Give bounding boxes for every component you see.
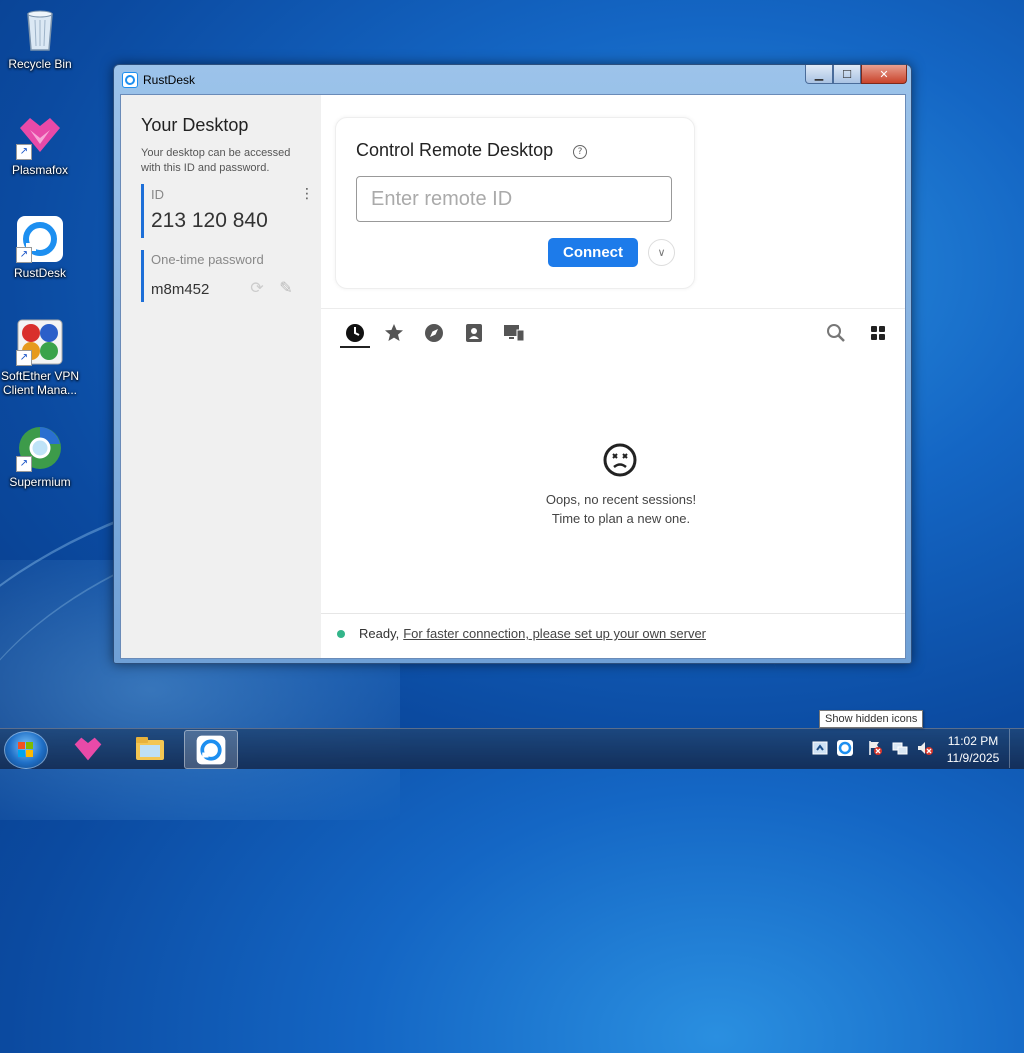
plasmafox-icon <box>74 737 102 760</box>
taskbar-file-explorer[interactable] <box>124 730 176 767</box>
tab-favorites[interactable] <box>379 320 409 346</box>
volume-muted-icon[interactable] <box>917 740 933 756</box>
tab-address-book[interactable] <box>459 320 489 346</box>
tooltip: Show hidden icons <box>819 710 924 728</box>
taskbar-clock[interactable]: 11:02 PM 11/9/2025 <box>940 733 1006 767</box>
empty-state-line1: Oops, no recent sessions! <box>545 492 697 507</box>
status-bar: Ready, For faster connection, please set… <box>337 626 706 641</box>
compass-icon <box>425 324 443 342</box>
start-button[interactable] <box>4 731 48 769</box>
empty-state-line2: Time to plan a new one. <box>551 511 691 526</box>
taskbar-plasmafox[interactable] <box>62 730 114 767</box>
folder-icon <box>136 736 164 760</box>
plasmafox-icon: ↗ <box>16 112 64 160</box>
control-remote-card: Control Remote Desktop ? Connect ∨ <box>335 117 695 289</box>
shortcut-arrow-icon: ↗ <box>16 456 32 472</box>
your-desktop-heading: Your Desktop <box>141 115 249 135</box>
search-icon <box>827 324 845 342</box>
your-desktop-panel: Your Desktop Your desktop can be accesse… <box>121 95 321 658</box>
control-remote-title: Control Remote Desktop <box>356 140 554 160</box>
id-box: ID 213 120 840 ⋮ <box>141 184 314 238</box>
softether-icon: ↗ <box>16 318 64 366</box>
window-client-area: Your Desktop Your desktop can be accesse… <box>120 94 906 659</box>
view-toggle-button[interactable] <box>863 320 893 346</box>
devices-icon <box>504 325 525 342</box>
clock-date: 11/9/2025 <box>946 751 1000 765</box>
star-icon <box>385 324 403 341</box>
tabs-divider <box>321 308 905 309</box>
status-divider <box>321 613 905 614</box>
setup-server-link[interactable]: For faster connection, please set up you… <box>403 626 706 641</box>
shortcut-arrow-icon: ↗ <box>16 247 32 263</box>
desktop-icon-label: Plasmafox <box>11 163 69 177</box>
close-button[interactable]: ✕ <box>861 65 907 84</box>
edit-password-icon[interactable]: ✎ <box>275 278 297 298</box>
desktop-icon-recycle-bin[interactable]: Recycle Bin <box>0 6 80 71</box>
window-title: RustDesk <box>143 73 196 87</box>
tab-recent-sessions[interactable] <box>340 320 370 348</box>
desktop-icon-supermium[interactable]: ↗ Supermium <box>0 424 80 489</box>
clock-icon <box>346 324 364 342</box>
connect-button[interactable]: Connect <box>548 238 638 267</box>
password-box: One-time password m8m452 ⟳ ✎ <box>141 250 314 302</box>
more-options-icon[interactable]: ⋮ <box>300 186 314 202</box>
network-icon[interactable] <box>892 740 908 756</box>
show-desktop-button[interactable] <box>1009 729 1024 768</box>
remote-id-input[interactable] <box>356 176 672 222</box>
desktop-icon-label: Supermium <box>9 475 71 489</box>
windows-logo-icon <box>18 742 33 757</box>
rustdesk-tray-icon[interactable] <box>837 740 853 756</box>
rustdesk-window: RustDesk ▁ ☐ ✕ Your Desktop Your desktop… <box>113 64 912 664</box>
window-controls: ▁ ☐ ✕ <box>805 65 907 84</box>
password-caption: One-time password <box>151 252 264 267</box>
desktop-icon-label: Recycle Bin <box>8 57 72 71</box>
id-value[interactable]: 213 120 840 <box>151 209 268 233</box>
tab-group[interactable] <box>499 320 529 346</box>
desktop-icon-plasmafox[interactable]: ↗ Plasmafox <box>0 112 80 177</box>
minimize-button[interactable]: ▁ <box>805 65 833 84</box>
tab-discovered[interactable] <box>419 320 449 346</box>
password-value[interactable]: m8m452 <box>151 281 209 298</box>
desktop-icon-softether[interactable]: ↗ SoftEther VPN Client Mana... <box>0 318 80 397</box>
shortcut-arrow-icon: ↗ <box>16 350 32 366</box>
rustdesk-icon: ↗ <box>16 215 64 263</box>
grid-view-icon <box>871 326 885 340</box>
recycle-bin-icon <box>16 6 64 54</box>
action-center-flag-icon[interactable] <box>867 740 883 756</box>
maximize-button[interactable]: ☐ <box>833 65 861 84</box>
your-desktop-description: Your desktop can be accessed with this I… <box>141 147 291 174</box>
desktop-icon-label: RustDesk <box>13 266 66 280</box>
help-icon[interactable]: ? <box>573 145 587 159</box>
taskbar-rustdesk[interactable] <box>184 730 238 769</box>
search-button[interactable] <box>821 320 851 346</box>
connect-options-chevron-down-icon[interactable]: ∨ <box>648 239 675 266</box>
sad-face-icon <box>602 442 638 482</box>
rustdesk-icon <box>196 735 226 764</box>
clock-time: 11:02 PM <box>947 734 999 748</box>
status-text: Ready, <box>359 626 400 641</box>
status-indicator <box>337 629 345 638</box>
desktop-icon-rustdesk[interactable]: ↗ RustDesk <box>0 215 80 280</box>
window-titlebar[interactable]: RustDesk <box>122 71 195 89</box>
id-caption: ID <box>151 187 164 202</box>
supermium-icon: ↗ <box>16 424 64 472</box>
rustdesk-small-icon <box>122 72 138 88</box>
empty-state-message: Oops, no recent sessions! Time to plan a… <box>491 490 751 528</box>
desktop-icon-label: SoftEther VPN Client Mana... <box>0 369 80 397</box>
address-book-icon <box>466 324 482 342</box>
shortcut-arrow-icon: ↗ <box>16 144 32 160</box>
show-hidden-icons-icon[interactable] <box>812 740 828 756</box>
refresh-password-icon[interactable]: ⟳ <box>247 278 267 298</box>
